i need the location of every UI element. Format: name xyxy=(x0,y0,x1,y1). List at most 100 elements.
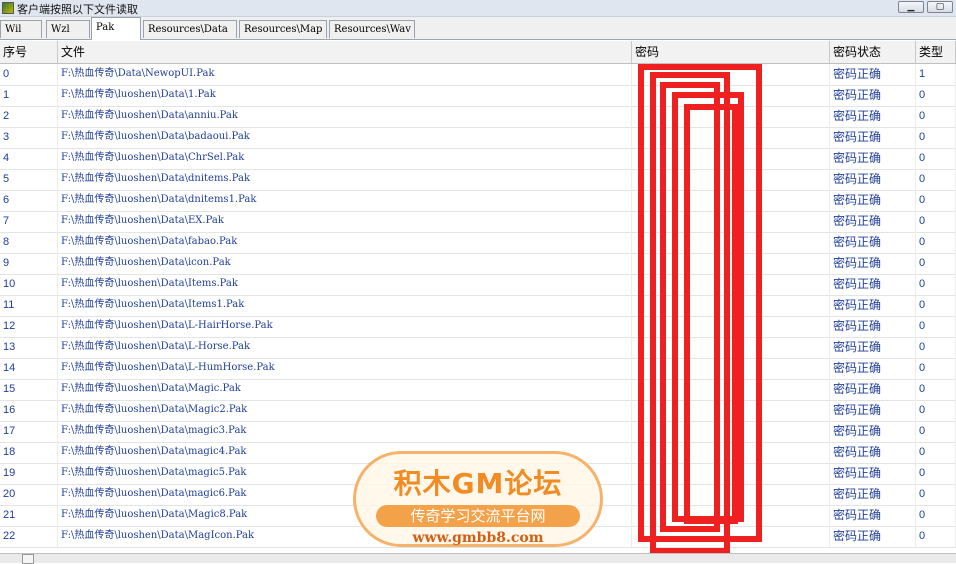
row-password xyxy=(632,211,830,232)
row-password-status: 密码正确 xyxy=(830,358,916,379)
row-password-status: 密码正确 xyxy=(830,274,916,295)
row-index: 5 xyxy=(0,169,58,190)
tab-resources-data[interactable]: Resources\Data xyxy=(143,20,237,38)
header-index[interactable]: 序号 xyxy=(0,41,58,63)
row-password-status: 密码正确 xyxy=(830,169,916,190)
row-index: 20 xyxy=(0,484,58,505)
table-row[interactable]: 15 F:\热血传奇\luoshen\Data\Magic.Pak 密码正确 0 xyxy=(0,379,956,401)
table-row[interactable]: 11 F:\热血传奇\luoshen\Data\Items1.Pak 密码正确 0 xyxy=(0,295,956,317)
row-password xyxy=(632,190,830,211)
row-type: 0 xyxy=(916,127,956,148)
row-type: 0 xyxy=(916,274,956,295)
row-password xyxy=(632,127,830,148)
header-password-status[interactable]: 密码状态 xyxy=(830,41,916,63)
row-password-status: 密码正确 xyxy=(830,211,916,232)
minimize-button[interactable]: ▁ xyxy=(898,1,924,13)
row-type: 0 xyxy=(916,148,956,169)
row-index: 8 xyxy=(0,232,58,253)
restore-button[interactable]: ▢ xyxy=(927,1,953,13)
row-index: 18 xyxy=(0,442,58,463)
row-file-path: F:\热血传奇\luoshen\Data\EX.Pak xyxy=(58,211,632,232)
row-file-path: F:\热血传奇\luoshen\Data\ChrSel.Pak xyxy=(58,148,632,169)
table-row[interactable]: 12 F:\热血传奇\luoshen\Data\L-HairHorse.Pak 密码… xyxy=(0,316,956,338)
table-row[interactable]: 0 F:\热血传奇\Data\NewopUI.Pak 密码正确 1 xyxy=(0,64,956,86)
row-file-path: F:\热血传奇\luoshen\Data\L-HumHorse.Pak xyxy=(58,358,632,379)
tab-resources-wav[interactable]: Resources\Wav xyxy=(329,20,415,38)
row-type: 0 xyxy=(916,505,956,526)
row-index: 6 xyxy=(0,190,58,211)
row-file-path: F:\热血传奇\luoshen\Data\icon.Pak xyxy=(58,253,632,274)
row-password-status: 密码正确 xyxy=(830,379,916,400)
window-title: 客户端按照以下文件读取 xyxy=(17,3,138,16)
tab-strip: Wil Wzl Pak Resources\Data Resources\Map… xyxy=(0,17,956,40)
row-type: 0 xyxy=(916,211,956,232)
row-index: 16 xyxy=(0,400,58,421)
tab-resources-map[interactable]: Resources\Map xyxy=(239,20,327,38)
table-row[interactable]: 3 F:\热血传奇\luoshen\Data\badaoui.Pak 密码正确 0 xyxy=(0,127,956,149)
tab-wil[interactable]: Wil xyxy=(0,20,42,38)
row-index: 12 xyxy=(0,316,58,337)
row-index: 14 xyxy=(0,358,58,379)
row-password-status: 密码正确 xyxy=(830,484,916,505)
row-password-status: 密码正确 xyxy=(830,421,916,442)
header-type[interactable]: 类型 xyxy=(916,41,956,63)
row-password xyxy=(632,337,830,358)
row-password xyxy=(632,505,830,526)
table-row[interactable]: 4 F:\热血传奇\luoshen\Data\ChrSel.Pak 密码正确 0 xyxy=(0,148,956,170)
table-row[interactable]: 10 F:\热血传奇\luoshen\Data\Items.Pak 密码正确 0 xyxy=(0,274,956,296)
row-file-path: F:\热血传奇\luoshen\Data\Magic.Pak xyxy=(58,379,632,400)
table-row[interactable]: 8 F:\热血传奇\luoshen\Data\fabao.Pak 密码正确 0 xyxy=(0,232,956,254)
row-file-path: F:\热血传奇\luoshen\Data\L-HairHorse.Pak xyxy=(58,316,632,337)
row-file-path: F:\热血传奇\luoshen\Data\Items1.Pak xyxy=(58,295,632,316)
row-type: 0 xyxy=(916,358,956,379)
table-row[interactable]: 17 F:\热血传奇\luoshen\Data\magic3.Pak 密码正确 0 xyxy=(0,421,956,443)
row-type: 0 xyxy=(916,421,956,442)
row-password-status: 密码正确 xyxy=(830,316,916,337)
row-password-status: 密码正确 xyxy=(830,442,916,463)
scroll-left-icon[interactable] xyxy=(22,554,34,564)
table-row[interactable]: 13 F:\热血传奇\luoshen\Data\L-Horse.Pak 密码正确 0 xyxy=(0,337,956,359)
table-row[interactable]: 14 F:\热血传奇\luoshen\Data\L-HumHorse.Pak 密码正… xyxy=(0,358,956,380)
title-bar: 客户端按照以下文件读取 ▁ ▢ xyxy=(0,0,956,17)
header-file[interactable]: 文件 xyxy=(58,41,632,63)
row-type: 0 xyxy=(916,253,956,274)
table-row[interactable]: 6 F:\热血传奇\luoshen\Data\dnitems1.Pak 密码正确 0 xyxy=(0,190,956,212)
row-password-status: 密码正确 xyxy=(830,148,916,169)
row-password-status: 密码正确 xyxy=(830,463,916,484)
row-password-status: 密码正确 xyxy=(830,232,916,253)
row-index: 9 xyxy=(0,253,58,274)
row-password xyxy=(632,106,830,127)
row-type: 0 xyxy=(916,232,956,253)
row-type: 0 xyxy=(916,106,956,127)
watermark-title: 积木GM论坛 xyxy=(393,467,563,500)
table-row[interactable]: 9 F:\热血传奇\luoshen\Data\icon.Pak 密码正确 0 xyxy=(0,253,956,275)
tab-wzl[interactable]: Wzl xyxy=(46,20,90,38)
row-type: 1 xyxy=(916,64,956,85)
row-password xyxy=(632,379,830,400)
row-index: 13 xyxy=(0,337,58,358)
row-password-status: 密码正确 xyxy=(830,295,916,316)
table-row[interactable]: 16 F:\热血传奇\luoshen\Data\Magic2.Pak 密码正确 0 xyxy=(0,400,956,422)
table-row[interactable]: 1 F:\热血传奇\luoshen\Data\1.Pak 密码正确 0 xyxy=(0,85,956,107)
row-password xyxy=(632,442,830,463)
row-index: 21 xyxy=(0,505,58,526)
row-file-path: F:\热血传奇\luoshen\Data\L-Horse.Pak xyxy=(58,337,632,358)
row-file-path: F:\热血传奇\Data\NewopUI.Pak xyxy=(58,64,632,85)
tab-pak[interactable]: Pak xyxy=(91,17,141,40)
watermark-logo: 积木GM论坛 传奇学习交流平台网 www.gmbb8.com xyxy=(353,451,603,547)
table-row[interactable]: 5 F:\热血传奇\luoshen\Data\dnitems.Pak 密码正确 0 xyxy=(0,169,956,191)
row-type: 0 xyxy=(916,463,956,484)
table-row[interactable]: 7 F:\热血传奇\luoshen\Data\EX.Pak 密码正确 0 xyxy=(0,211,956,233)
row-password-status: 密码正确 xyxy=(830,253,916,274)
row-password xyxy=(632,316,830,337)
row-type: 0 xyxy=(916,85,956,106)
row-password xyxy=(632,232,830,253)
row-password-status: 密码正确 xyxy=(830,127,916,148)
table-row[interactable]: 2 F:\热血传奇\luoshen\Data\anniu.Pak 密码正确 0 xyxy=(0,106,956,128)
row-type: 0 xyxy=(916,400,956,421)
row-index: 1 xyxy=(0,85,58,106)
header-password[interactable]: 密码 xyxy=(632,41,830,63)
row-index: 19 xyxy=(0,463,58,484)
row-file-path: F:\热血传奇\luoshen\Data\magic3.Pak xyxy=(58,421,632,442)
row-index: 4 xyxy=(0,148,58,169)
